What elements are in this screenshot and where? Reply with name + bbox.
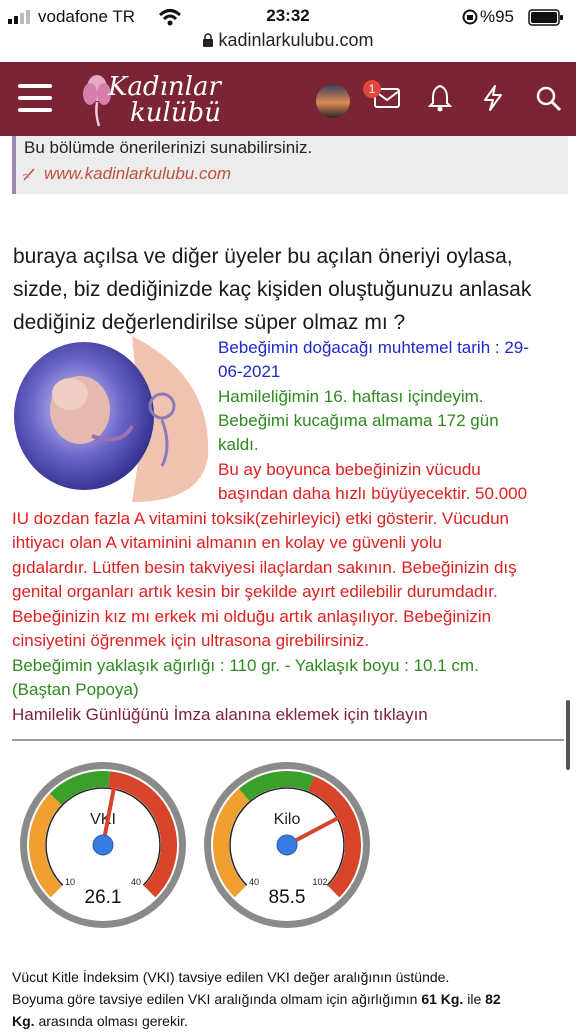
gauge-label: Kilo	[274, 811, 301, 828]
signature-add-link[interactable]: Hamilelik Günlüğünü İmza alanına eklemek…	[12, 703, 564, 727]
quote-text: Bu bölümde önerilerinizi sunabilirsiniz.	[24, 138, 313, 157]
fetus-illustration	[14, 336, 209, 502]
gauge-min-label: 10	[65, 877, 75, 887]
gauge-value: 26.1	[85, 887, 122, 908]
weight-gauge: Kilo 40 102 85.5	[204, 762, 370, 928]
post-text: buraya açılsa ve diğer üyeler bu açılan …	[13, 245, 532, 334]
signature-pen-icon	[22, 168, 35, 181]
range-max-kg: 82	[485, 991, 501, 1007]
quote-block: Bu bölümde önerilerinizi sunabilirsiniz.…	[12, 136, 568, 194]
rotation-lock-icon	[462, 9, 478, 25]
lightning-icon[interactable]	[482, 84, 504, 112]
info-line8: cinsiyetini öğrenmek için ultrasona gire…	[12, 631, 370, 650]
info-line7: Bebeğinizin kız mı erkek mi olduğu artık…	[12, 607, 492, 626]
range-text-post: arasında olması gerekir.	[34, 1013, 188, 1029]
gauge-min-label: 40	[249, 877, 259, 887]
range-min-kg: 61 Kg.	[421, 991, 464, 1007]
due-date-line2: 06-2021	[218, 362, 281, 381]
url-text: kadinlarkulubu.com	[218, 30, 374, 50]
bmi-range-text-cont: Kg. arasında olması gerekir.	[12, 1010, 564, 1032]
baby-size-line1: Bebeğimin yaklaşık ağırlığı : 110 gr. - …	[12, 656, 479, 675]
week-info: Hamileliğimin 16. haftası içindeyim.	[218, 387, 484, 406]
bmi-status-text: Vücut Kitle İndeksim (VKI) tavsiye edile…	[12, 969, 450, 985]
info-line3: IU dozdan fazla A vitamini toksik(zehirl…	[12, 509, 510, 528]
info-line5: gıdalardır. Lütfen besin takviyesi ilaçl…	[12, 558, 517, 577]
info-line2: başından daha hızlı büyüyecektir. 50.000	[218, 484, 528, 503]
signature-divider	[12, 739, 564, 741]
days-left-line2: kaldı.	[218, 435, 259, 454]
logo-text-line2: kulübü	[130, 98, 221, 128]
bmi-gauge: VKI 10 40 26.1	[20, 762, 186, 928]
baby-size-line2: (Baştan Popoya)	[12, 680, 139, 699]
user-avatar[interactable]	[316, 84, 350, 118]
lock-icon	[203, 33, 214, 47]
gauge-label: VKI	[90, 811, 116, 828]
info-line1: Bu ay boyunca bebeğinizin vücudu	[218, 460, 481, 479]
notification-badge: 1	[363, 80, 381, 98]
range-text-mid: ile	[463, 991, 486, 1007]
info-line4: ihtiyacı olan A vitaminini almanın en ko…	[12, 533, 442, 552]
gauge-max-label: 102	[312, 877, 327, 887]
range-text-pre: Boyuma göre tavsiye edilen VKI aralığınd…	[12, 991, 422, 1007]
info-line6: genital organları artık kesin bir şekild…	[12, 582, 498, 601]
gauge-value: 85.5	[269, 887, 306, 908]
due-date-line1: Bebeğimin doğacağı muhtemel tarih : 29-	[218, 338, 529, 357]
gauge-max-label: 40	[131, 877, 141, 887]
range-max-unit: Kg.	[12, 1013, 35, 1029]
search-icon[interactable]	[536, 86, 562, 112]
gauge-hub	[276, 834, 298, 856]
battery-icon	[528, 9, 563, 26]
menu-icon[interactable]	[18, 84, 52, 114]
bell-icon[interactable]	[428, 84, 452, 112]
battery-percent: %95	[479, 7, 514, 26]
scrollbar[interactable]	[566, 700, 570, 770]
site-logo[interactable]: Kadınlar kulübü	[80, 68, 250, 130]
address-bar[interactable]: kadinlarkulubu.com	[0, 30, 576, 51]
gauge-hub	[92, 834, 114, 856]
bmi-range-text: Boyuma göre tavsiye edilen VKI aralığınd…	[12, 988, 564, 1010]
days-left-line1: Bebeğimi kucağıma almama 172 gün	[218, 411, 499, 430]
site-header: Kadınlar kulübü	[0, 62, 576, 136]
status-bar: vodafone TR 23:32 %95	[0, 0, 576, 34]
quote-link[interactable]: www.kadinlarkulubu.com	[44, 164, 231, 184]
